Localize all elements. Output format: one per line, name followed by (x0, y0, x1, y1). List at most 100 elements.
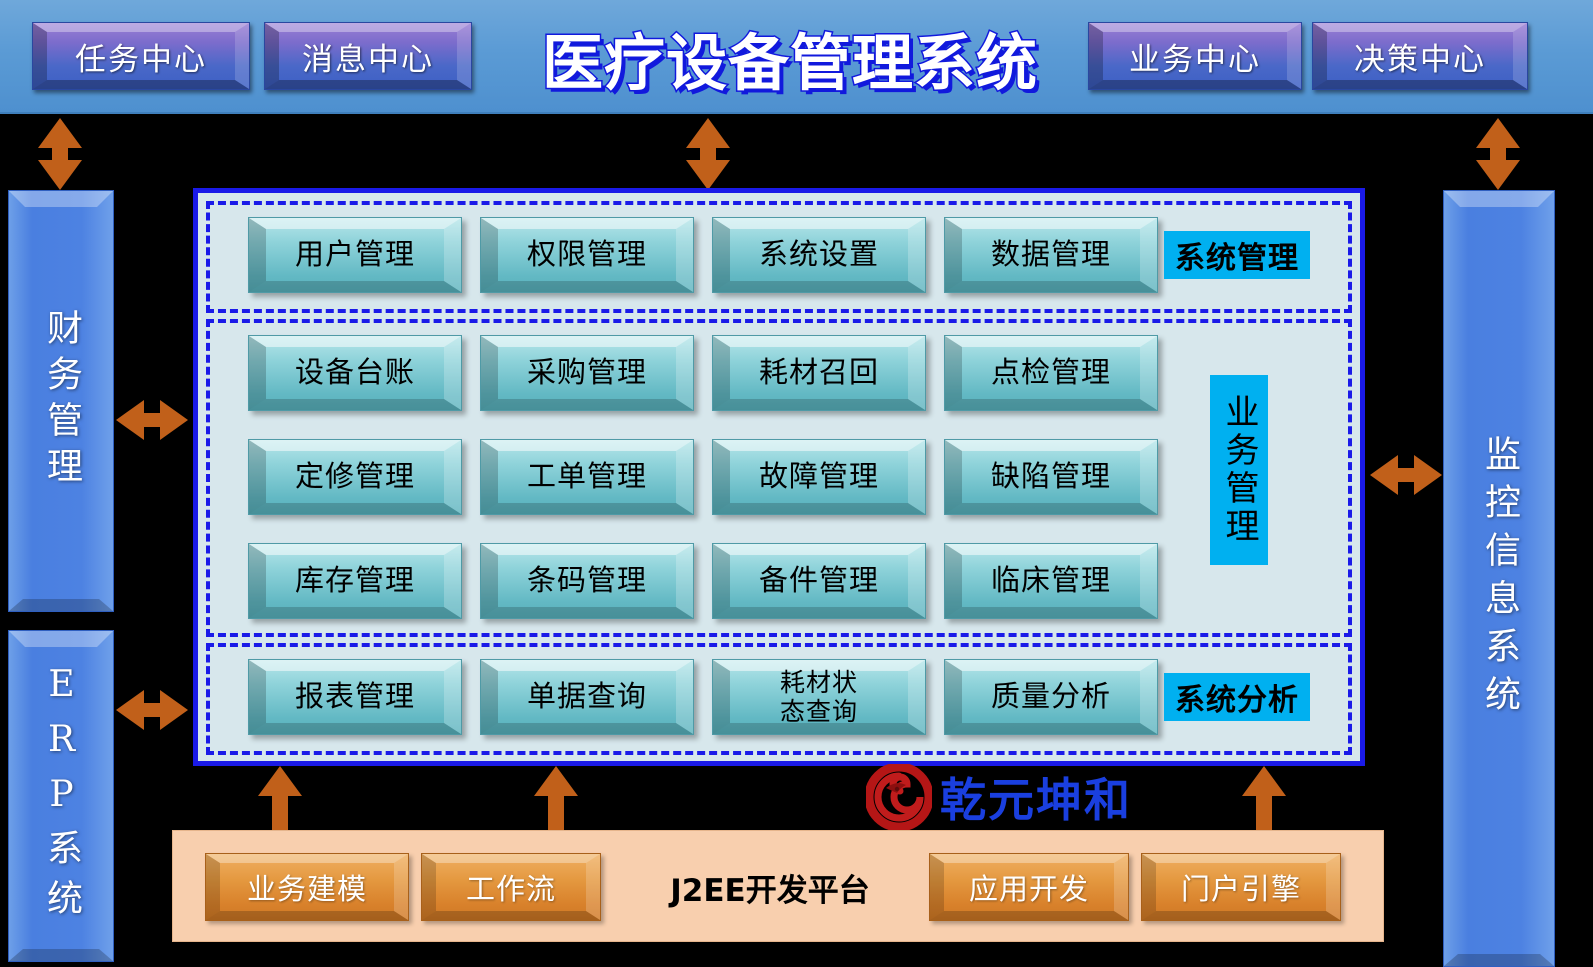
module-button-label: 质量分析 (990, 679, 1111, 714)
platform-button-label: 业务建模 (246, 872, 367, 906)
arrow-finance-horizontal (116, 400, 188, 440)
platform-bar: 业务建模 工作流 J2EE开发平台 应用开发 门户引擎 (172, 830, 1384, 942)
module-row: 库存管理 条码管理 备件管理 临床管理 (234, 531, 1224, 631)
company-logo: 乾元坤和 (864, 762, 1206, 832)
module-button-consumable-recall[interactable]: 耗材召回 (712, 335, 926, 411)
module-button-user-management[interactable]: 用户管理 (248, 217, 462, 293)
arrow-header-center-vertical (686, 118, 730, 190)
sidebar-item-label: 监控信息系统 (1479, 434, 1520, 723)
header-bar: 任务中心 消息中心 医疗设备管理系统 业务中心 决策中心 (0, 0, 1593, 114)
group-tag-business-management: 业务管理 (1210, 375, 1268, 565)
page-title: 医疗设备管理系统 (540, 26, 1038, 100)
module-button-label: 条码管理 (526, 563, 647, 598)
module-button-clinical-management[interactable]: 临床管理 (944, 543, 1158, 619)
module-button-label: 单据查询 (526, 679, 647, 714)
sidebar-item-erp-system[interactable]: ERP系统 (8, 630, 114, 962)
arrow-platform-center-up (534, 766, 578, 832)
header-button-label: 决策中心 (1354, 41, 1486, 78)
module-button-label: 权限管理 (526, 237, 647, 272)
company-name: 乾元坤和 (940, 773, 1132, 827)
module-button-label: 故障管理 (758, 459, 879, 494)
bevel-top (9, 191, 113, 207)
module-row: 设备台账 采购管理 耗材召回 点检管理 (234, 323, 1224, 423)
sidebar-item-label: 财务管理 (41, 309, 82, 493)
module-button-document-query[interactable]: 单据查询 (480, 659, 694, 735)
platform-button-workflow[interactable]: 工作流 (421, 853, 601, 921)
module-button-spare-parts-management[interactable]: 备件管理 (712, 543, 926, 619)
header-button-label: 消息中心 (302, 41, 434, 78)
module-button-label: 设备台账 (294, 355, 415, 390)
platform-button-business-modeling[interactable]: 业务建模 (205, 853, 409, 921)
group-system-analysis: 报表管理 单据查询 耗材状 态查询 质量分析 系统分析 (206, 643, 1352, 755)
module-button-report-management[interactable]: 报表管理 (248, 659, 462, 735)
diagram-canvas: 任务中心 消息中心 医疗设备管理系统 业务中心 决策中心 财务管理 ERP系统 … (0, 0, 1593, 967)
module-button-label: 点检管理 (990, 355, 1111, 390)
module-button-label: 备件管理 (758, 563, 879, 598)
group-tag-system-analysis: 系统分析 (1164, 673, 1310, 721)
module-button-scheduled-maintenance[interactable]: 定修管理 (248, 439, 462, 515)
module-row: 报表管理 单据查询 耗材状 态查询 质量分析 (234, 647, 1224, 751)
sidebar-item-label: ERP系统 (41, 663, 82, 929)
header-button-business-center[interactable]: 业务中心 (1088, 22, 1302, 90)
platform-button-portal-engine[interactable]: 门户引擎 (1141, 853, 1341, 921)
module-button-barcode-management[interactable]: 条码管理 (480, 543, 694, 619)
bevel-top (1444, 191, 1554, 207)
module-row: 定修管理 工单管理 故障管理 缺陷管理 (234, 427, 1224, 527)
header-button-label: 任务中心 (75, 41, 207, 78)
bevel-bottom (9, 599, 113, 611)
platform-button-label: 门户引擎 (1180, 872, 1301, 906)
group-tag-label: 系统管理 (1175, 241, 1299, 276)
platform-button-label: 工作流 (465, 872, 556, 906)
module-button-label: 定修管理 (294, 459, 415, 494)
module-button-work-order-management[interactable]: 工单管理 (480, 439, 694, 515)
platform-label: J2EE开发平台 (670, 872, 870, 909)
module-button-consumable-status-query[interactable]: 耗材状 态查询 (712, 659, 926, 735)
group-business-management: 设备台账 采购管理 耗材召回 点检管理 定修管理 工单管理 故障管理 缺陷管理 … (206, 319, 1352, 637)
bevel-top (9, 631, 113, 647)
sidebar-item-monitoring-information-system[interactable]: 监控信息系统 (1443, 190, 1555, 967)
arrow-platform-left-up (258, 766, 302, 832)
header-button-message-center[interactable]: 消息中心 (264, 22, 472, 90)
module-button-inventory-management[interactable]: 库存管理 (248, 543, 462, 619)
arrow-erp-horizontal (116, 690, 188, 730)
module-button-label: 临床管理 (990, 563, 1111, 598)
main-module-panel: 用户管理 权限管理 系统设置 数据管理 系统管理 设备台账 采购管理 耗材召回 … (193, 188, 1365, 766)
arrow-header-left-vertical (38, 118, 82, 190)
group-system-management: 用户管理 权限管理 系统设置 数据管理 系统管理 (206, 201, 1352, 313)
module-button-label: 用户管理 (294, 237, 415, 272)
module-button-label: 耗材召回 (758, 355, 879, 390)
module-button-quality-analysis[interactable]: 质量分析 (944, 659, 1158, 735)
module-button-label: 库存管理 (294, 563, 415, 598)
platform-button-application-development[interactable]: 应用开发 (929, 853, 1129, 921)
module-button-label: 耗材状 态查询 (779, 667, 858, 727)
module-button-procurement-management[interactable]: 采购管理 (480, 335, 694, 411)
module-button-label: 工单管理 (526, 459, 647, 494)
module-button-system-settings[interactable]: 系统设置 (712, 217, 926, 293)
header-button-decision-center[interactable]: 决策中心 (1312, 22, 1528, 90)
module-button-label: 系统设置 (758, 237, 879, 272)
sidebar-item-finance-management[interactable]: 财务管理 (8, 190, 114, 612)
header-button-label: 业务中心 (1129, 41, 1261, 78)
module-button-label: 报表管理 (294, 679, 415, 714)
arrow-header-right-vertical (1476, 118, 1520, 190)
group-tag-label: 业务管理 (1219, 394, 1259, 546)
header-button-task-center[interactable]: 任务中心 (32, 22, 250, 90)
bevel-bottom (9, 949, 113, 961)
group-tag-label: 系统分析 (1175, 683, 1299, 718)
module-button-data-management[interactable]: 数据管理 (944, 217, 1158, 293)
module-button-label: 采购管理 (526, 355, 647, 390)
module-button-fault-management[interactable]: 故障管理 (712, 439, 926, 515)
module-button-equipment-ledger[interactable]: 设备台账 (248, 335, 462, 411)
module-button-label: 数据管理 (990, 237, 1111, 272)
platform-button-label: 应用开发 (968, 872, 1089, 906)
arrow-platform-right-up (1242, 766, 1286, 832)
module-row: 用户管理 权限管理 系统设置 数据管理 (234, 205, 1224, 309)
group-tag-system-management: 系统管理 (1164, 231, 1310, 279)
dragon-spiral-icon (864, 762, 934, 832)
module-button-label: 缺陷管理 (990, 459, 1111, 494)
module-button-permission-management[interactable]: 权限管理 (480, 217, 694, 293)
bevel-bottom (1444, 954, 1554, 966)
arrow-monitoring-horizontal (1370, 455, 1442, 495)
module-button-defect-management[interactable]: 缺陷管理 (944, 439, 1158, 515)
module-button-inspection-management[interactable]: 点检管理 (944, 335, 1158, 411)
